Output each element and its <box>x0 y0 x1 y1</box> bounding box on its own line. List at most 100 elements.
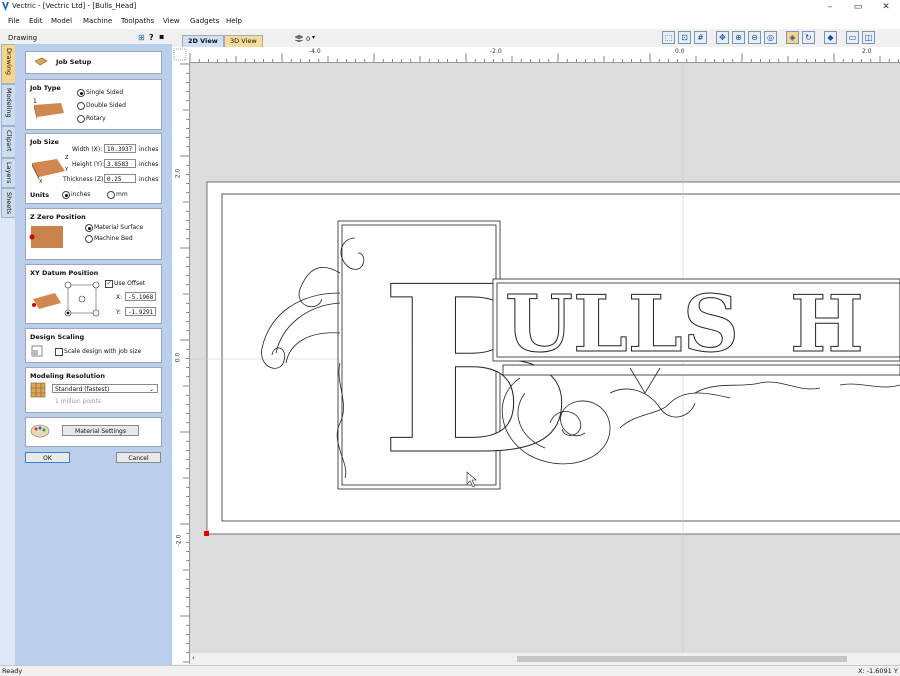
svg-text:Z: Z <box>65 155 69 161</box>
height-unit: inches <box>139 161 159 168</box>
ruler-label-v2: 2.0 <box>174 168 182 179</box>
snap-icon[interactable]: ◈ <box>786 31 799 44</box>
tab-modeling[interactable]: Modeling <box>1 84 16 126</box>
design-scaling-title: Design Scaling <box>30 333 85 341</box>
menu-file[interactable]: File <box>8 17 20 25</box>
pan-icon[interactable]: ✥ <box>716 31 729 44</box>
drawing-canvas[interactable]: B ULLS H <box>190 63 900 653</box>
y-offset-input[interactable]: -1.9291 <box>125 307 156 316</box>
menu-view[interactable]: View <box>163 17 180 25</box>
title-bar: Vectric - [Vectric Ltd] - [Bulls_Head] –… <box>0 0 900 14</box>
design-scaling-section: Design Scaling Scale design with job siz… <box>25 328 162 363</box>
layers-icon <box>294 34 304 43</box>
radio-double-sided[interactable] <box>77 102 85 110</box>
height-label: Height (Y): <box>72 161 105 168</box>
window-title: Vectric - [Vectric Ltd] - [Bulls_Head] <box>12 2 137 10</box>
tab-2d-view[interactable]: 2D View <box>182 35 224 47</box>
chevron-down-icon: ⌄ <box>148 386 154 393</box>
tab-layers[interactable]: Layers <box>1 158 16 188</box>
menu-gadgets[interactable]: Gadgets <box>190 17 219 25</box>
material-settings-button[interactable]: Material Settings <box>62 425 139 436</box>
design-artwork[interactable]: B ULLS H <box>190 63 900 653</box>
width-label: Width (X): <box>72 146 103 153</box>
zoom-selection-icon[interactable]: ◎ <box>764 31 777 44</box>
inches-label: inches <box>71 191 91 198</box>
scroll-thumb[interactable] <box>517 656 847 662</box>
xy-datum-section: XY Datum Position ✓ Use Offset X: -5.196… <box>25 264 162 324</box>
width-input[interactable]: 10.3937 <box>104 144 136 153</box>
ruler-ticks-vertical <box>180 63 189 663</box>
single-sided-icon: 1 <box>33 98 64 120</box>
vectric-logo-icon <box>2 2 9 11</box>
svg-text:Y: Y <box>64 167 69 173</box>
scaling-icon <box>31 345 43 357</box>
pin-icon[interactable]: ⊞ <box>138 33 145 42</box>
use-offset-checkbox[interactable]: ✓ <box>105 280 113 288</box>
menu-toolpaths[interactable]: Toolpaths <box>121 17 154 25</box>
material-surface-label: Material Surface <box>94 224 144 231</box>
status-bar: Ready X: -1.6091 Y <box>0 665 900 676</box>
menu-edit[interactable]: Edit <box>29 17 43 25</box>
double-sided-label: Double Sided <box>86 102 126 109</box>
rotate-icon[interactable]: ↻ <box>802 31 815 44</box>
xy-datum-icon <box>32 293 61 309</box>
scale-design-checkbox[interactable] <box>55 348 63 356</box>
grid-icon[interactable]: # <box>694 31 707 44</box>
help-icon[interactable]: ? <box>149 33 154 42</box>
resolution-select[interactable]: Standard (fastest) ⌄ <box>52 384 158 393</box>
radio-material-surface[interactable] <box>85 224 93 232</box>
menu-help[interactable]: Help <box>226 17 242 25</box>
tab-clipart[interactable]: Clipart <box>1 126 16 158</box>
z-zero-title: Z Zero Position <box>30 213 86 221</box>
mm-label: mm <box>116 191 128 198</box>
minimize-button[interactable]: – <box>816 0 844 14</box>
tab-drawing[interactable]: Drawing <box>1 44 16 84</box>
radio-mm[interactable] <box>107 191 115 199</box>
layer-dropdown[interactable]: 0 <box>306 35 310 43</box>
close-button[interactable]: ✕ <box>872 0 900 14</box>
status-text: Ready <box>2 667 23 675</box>
split-view-icon[interactable]: ◫ <box>862 31 875 44</box>
grid-resolution-icon <box>30 382 46 398</box>
material-shade-icon[interactable]: ◆ <box>824 31 837 44</box>
view-toolbar: 2D View 3D View 0 ▾ ⬚ ⊡ # ✥ ⊕ ⊖ ◎ ◈ ↻ ◆ … <box>172 29 900 47</box>
zoom-all-icon[interactable]: ⊡ <box>678 31 691 44</box>
datum-position-selector[interactable] <box>63 280 103 318</box>
close-panel-icon[interactable]: ▪ <box>159 32 164 41</box>
radio-single-sided[interactable] <box>77 89 85 97</box>
zoom-out-icon[interactable]: ⊖ <box>748 31 761 44</box>
letter-h-outline: H <box>790 279 864 370</box>
modeling-resolution-section: Modeling Resolution Standard (fastest) ⌄ … <box>25 367 162 413</box>
radio-machine-bed[interactable] <box>85 235 93 243</box>
maximize-button[interactable]: ▭ <box>844 0 872 14</box>
menu-machine[interactable]: Machine <box>83 17 112 25</box>
job-setup-header: Job Setup <box>25 51 162 74</box>
zoom-in-icon[interactable]: ⊕ <box>732 31 745 44</box>
ok-button[interactable]: OK <box>25 452 70 463</box>
svg-text:X: X <box>39 179 43 183</box>
ruler-label-v0: 0.0 <box>174 352 182 363</box>
tab-3d-view[interactable]: 3D View <box>224 35 263 47</box>
job-setup-title: Job Setup <box>56 58 92 66</box>
radio-inches[interactable] <box>62 191 70 199</box>
z-zero-icon <box>29 226 63 248</box>
ruler-label-0: 0.0 <box>675 48 685 55</box>
scroll-left-icon[interactable]: ‹ <box>192 654 195 662</box>
zoom-box-icon[interactable]: ⬚ <box>662 31 675 44</box>
height-input[interactable]: 3.8583 <box>104 159 136 168</box>
horizontal-scrollbar[interactable]: ‹ <box>190 653 900 665</box>
thickness-input[interactable]: 0.25 <box>104 174 136 183</box>
cancel-button[interactable]: Cancel <box>116 452 161 463</box>
thickness-label: Thickness (Z): <box>63 176 106 183</box>
tab-sheets[interactable]: Sheets <box>1 188 16 218</box>
job-size-section: Job Size ZY X Width (X): 10.3937 inches H… <box>25 133 162 204</box>
layout-icon[interactable]: ▭ <box>846 31 859 44</box>
palette-icon <box>30 424 50 438</box>
radio-rotary[interactable] <box>77 115 85 123</box>
panel-title: Drawing <box>8 34 38 42</box>
svg-text:1: 1 <box>33 98 37 105</box>
x-offset-input[interactable]: -5.1968 <box>125 292 156 301</box>
letters-ulls-outline: ULLS <box>505 279 739 370</box>
menu-model[interactable]: Model <box>51 17 72 25</box>
thickness-unit: inches <box>139 176 159 183</box>
